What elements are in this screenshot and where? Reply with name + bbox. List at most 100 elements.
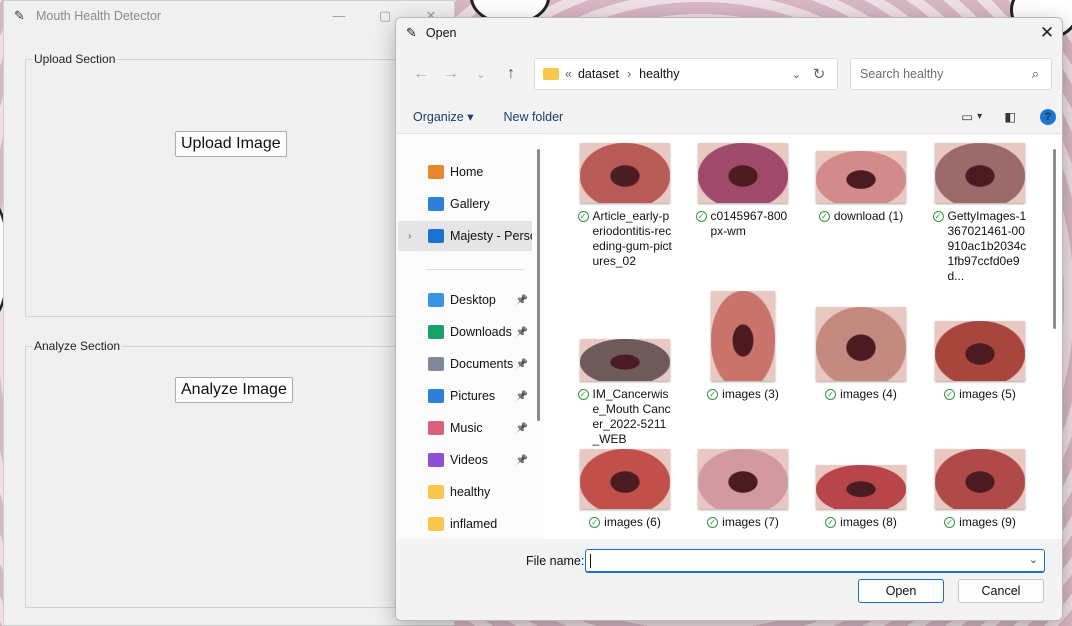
desktop-icon [428, 293, 444, 307]
refresh-icon[interactable]: ↻ [801, 65, 837, 83]
thumbnail-image [698, 449, 788, 509]
file-tile[interactable]: ✓ images (4) [802, 307, 920, 402]
thumbnail-image [816, 307, 906, 381]
open-button[interactable]: Open [858, 579, 944, 603]
sidebar-item-documents[interactable]: Documents 📌 [398, 349, 532, 379]
file-tile[interactable]: ✓ download (1) [802, 151, 920, 224]
expand-chevron-icon[interactable]: › [408, 231, 411, 242]
app-title: Mouth Health Detector [36, 9, 162, 23]
help-icon[interactable]: ? [1040, 108, 1056, 125]
open-dialog: ✎ Open ✕ ← → ⌄ ↑ « dataset › healthy ⌄ ↻… [395, 17, 1063, 621]
breadcrumb-dataset[interactable]: dataset [578, 67, 619, 81]
file-tile[interactable]: ✓ c0145967-800px-wm [684, 143, 802, 239]
pin-icon: 📌 [515, 326, 528, 338]
sidebar-item-label: Pictures [450, 389, 496, 403]
file-name: Article_early-periodontitis-receding-gum… [592, 209, 672, 268]
sidebar-item-music[interactable]: Music 📌 [398, 413, 532, 443]
forward-arrow-icon[interactable]: → [436, 65, 466, 83]
chevron-down-icon[interactable]: ⌄ [792, 68, 801, 81]
sidebar-item-label: Home [450, 165, 484, 179]
sidebar-item-label: Gallery [450, 197, 490, 211]
thumbnail-image [580, 143, 670, 203]
close-icon[interactable]: ✕ [1032, 23, 1062, 43]
thumbnail-image [935, 143, 1025, 203]
preview-pane-icon[interactable]: ◧ [1004, 109, 1016, 124]
feather-icon: ✎ [14, 8, 25, 23]
synced-check-icon: ✓ [707, 389, 719, 400]
folder-icon [428, 485, 444, 499]
upload-section: Upload Section Upload Image [25, 52, 445, 317]
up-arrow-icon[interactable]: ↑ [496, 65, 526, 83]
view-dropdown-icon[interactable]: ▾ [977, 111, 982, 122]
text-caret [590, 554, 591, 568]
gallery-icon [428, 197, 444, 211]
file-name: images (4) [840, 387, 897, 401]
app-window: ✎ Mouth Health Detector — ▢ ✕ Upload Sec… [3, 0, 455, 626]
address-bar[interactable]: « dataset › healthy ⌄ ↻ [534, 58, 838, 90]
analyze-image-button[interactable]: Analyze Image [175, 377, 293, 403]
chevron-left-icon: « [565, 67, 572, 81]
file-tile[interactable]: ✓ images (9) [921, 449, 1039, 530]
synced-check-icon: ✓ [707, 517, 719, 528]
sidebar-item-label: Desktop [450, 293, 496, 307]
file-name: download (1) [833, 209, 904, 223]
search-placeholder: Search healthy [860, 67, 944, 81]
thumbnail-image [935, 321, 1025, 381]
organize-menu[interactable]: Organize ▾ [413, 109, 473, 124]
sidebar-item-label: healthy [450, 485, 491, 499]
thumbnail-image [816, 465, 906, 509]
sidebar-divider [426, 269, 524, 270]
view-icon[interactable]: ▭ [961, 109, 973, 124]
file-name: IM_Cancerwise_Mouth Cancer_2022-5211_WEB [592, 387, 671, 446]
downloads-icon [428, 325, 444, 339]
file-tile[interactable]: ✓ GettyImages-1367021461-00910ac1b2034c1f… [921, 143, 1039, 284]
back-arrow-icon[interactable]: ← [406, 65, 436, 83]
sidebar-item-home[interactable]: Home [398, 157, 532, 187]
sidebar-item-inflamed[interactable]: inflamed [398, 509, 532, 539]
file-name: images (5) [959, 387, 1016, 401]
synced-check-icon: ✓ [589, 517, 601, 528]
minimize-icon[interactable]: — [316, 8, 362, 24]
documents-icon [428, 357, 444, 371]
file-name: GettyImages-1367021461-00910ac1b2034c1fb… [947, 209, 1027, 283]
file-tile[interactable]: ✓ images (7) [684, 449, 802, 530]
videos-icon [428, 453, 444, 467]
file-tile[interactable]: ✓ images (8) [802, 465, 920, 530]
music-icon [428, 421, 444, 435]
upload-image-button[interactable]: Upload Image [175, 131, 287, 157]
new-folder-button[interactable]: New folder [503, 110, 563, 124]
sidebar-item-videos[interactable]: Videos 📌 [398, 445, 532, 475]
sidebar-item-desktop[interactable]: Desktop 📌 [398, 285, 532, 315]
recent-dropdown-icon[interactable]: ⌄ [466, 68, 496, 81]
file-tile[interactable]: ✓ images (3) [684, 291, 802, 402]
sidebar-item-gallery[interactable]: Gallery [398, 189, 532, 219]
sidebar-item-downloads[interactable]: Downloads 📌 [398, 317, 532, 347]
file-tile[interactable]: ✓ images (5) [921, 321, 1039, 402]
breadcrumb-healthy[interactable]: healthy [639, 67, 679, 81]
chevron-down-icon[interactable]: ⌄ [1029, 553, 1038, 566]
pin-icon: 📌 [515, 454, 528, 466]
dialog-footer: File name: ⌄ Open Cancel [396, 539, 1062, 620]
search-box[interactable]: Search healthy ⌕ [850, 58, 1052, 90]
file-grid-scrollbar[interactable] [1053, 149, 1056, 329]
synced-check-icon: ✓ [818, 211, 830, 222]
file-name: images (7) [722, 515, 779, 529]
file-tile[interactable]: ✓ IM_Cancerwise_Mouth Cancer_2022-5211_WE… [566, 339, 684, 447]
sidebar-item-healthy[interactable]: healthy [398, 477, 532, 507]
pin-icon: 📌 [515, 358, 528, 370]
analyze-section-label: Analyze Section [32, 339, 123, 353]
sidebar-item-majesty-personal[interactable]: › Majesty - Personal [398, 221, 532, 251]
synced-check-icon: ✓ [944, 389, 956, 400]
sidebar-scrollbar[interactable] [537, 149, 540, 421]
sidebar-item-pictures[interactable]: Pictures 📌 [398, 381, 532, 411]
file-tile[interactable]: ✓ images (6) [566, 449, 684, 530]
file-name-input[interactable]: ⌄ [585, 549, 1045, 573]
cancel-button[interactable]: Cancel [958, 579, 1044, 603]
file-tile[interactable]: ✓ Article_early-periodontitis-receding-gu… [566, 143, 684, 269]
thumbnail-image [711, 291, 775, 381]
navigation-pane: HomeGallery›Majesty - PersonalDesktop📌Do… [396, 135, 544, 539]
feather-icon: ✎ [406, 25, 417, 40]
synced-check-icon: ✓ [695, 211, 707, 222]
sidebar-item-label: inflamed [450, 517, 498, 531]
dialog-titlebar: ✎ Open ✕ [396, 18, 1062, 48]
